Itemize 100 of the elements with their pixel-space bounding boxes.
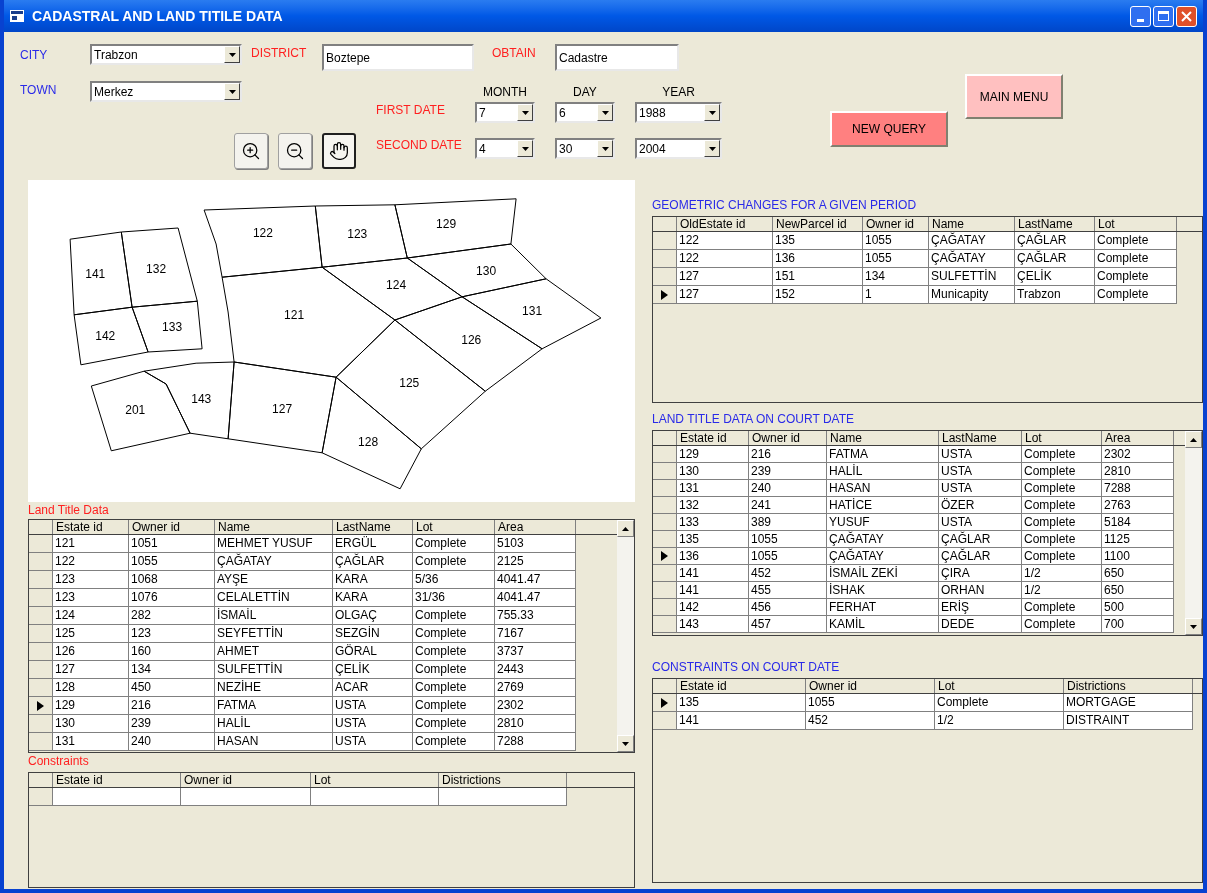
vertical-scrollbar[interactable]	[617, 520, 634, 752]
month-dropdown[interactable]: 7	[475, 102, 535, 123]
column-header[interactable]: NewParcel id	[773, 217, 863, 231]
year-dropdown[interactable]: 2004	[635, 138, 722, 159]
row-selector[interactable]	[653, 694, 677, 712]
column-header[interactable]: Owner id	[863, 217, 929, 231]
table-cell: 1055	[863, 250, 929, 268]
column-header[interactable]: Districtions	[1064, 679, 1193, 693]
dropdown-button[interactable]	[597, 140, 613, 157]
dropdown-button[interactable]	[517, 104, 533, 121]
map-tool-button[interactable]	[322, 133, 356, 169]
row-selector[interactable]	[653, 548, 677, 565]
parcel-outline[interactable]	[90, 370, 191, 452]
column-header[interactable]: Estate id	[53, 520, 129, 534]
dropdown-button[interactable]	[224, 83, 240, 100]
year-dropdown[interactable]: 1988	[635, 102, 722, 123]
table-cell: 127	[677, 268, 773, 286]
vertical-scrollbar[interactable]	[1185, 431, 1202, 635]
day-dropdown[interactable]: 6	[555, 102, 615, 123]
scroll-down-button[interactable]	[1185, 618, 1202, 635]
dropdown-button[interactable]	[597, 104, 613, 121]
column-header[interactable]: Lot	[413, 520, 495, 534]
column-header[interactable]: Owner id	[749, 431, 827, 445]
dropdown-button[interactable]	[517, 140, 533, 157]
table-cell: Complete	[1022, 616, 1102, 633]
column-header[interactable]: Lot	[935, 679, 1064, 693]
column-header[interactable]: LastName	[333, 520, 413, 534]
column-header[interactable]: Owner id	[129, 520, 215, 534]
column-header[interactable]: OldEstate id	[677, 217, 773, 231]
column-header[interactable]: LastName	[939, 431, 1022, 445]
table-cell: 2810	[1102, 463, 1174, 480]
scroll-up-button[interactable]	[617, 520, 634, 537]
main-menu-button[interactable]: MAIN MENU	[965, 74, 1063, 119]
table-cell: Complete	[1022, 463, 1102, 480]
column-header[interactable]: Area	[495, 520, 576, 534]
column-header[interactable]: Estate id	[53, 773, 181, 787]
dropdown-button[interactable]	[704, 140, 720, 157]
parcel-outline[interactable]	[143, 361, 235, 440]
column-header[interactable]: Estate id	[677, 679, 806, 693]
table-cell: 4041.47	[495, 589, 576, 607]
column-header[interactable]: Owner id	[181, 773, 311, 787]
column-header[interactable]: Owner id	[806, 679, 935, 693]
row-selector[interactable]	[653, 286, 677, 304]
column-header[interactable]: Name	[215, 520, 333, 534]
day-dropdown[interactable]: 30	[555, 138, 615, 159]
column-header[interactable]: Lot	[1022, 431, 1102, 445]
month-dropdown[interactable]: 4	[475, 138, 535, 159]
city-dropdown[interactable]: Trabzon	[90, 44, 242, 65]
table-cell: 1055	[749, 531, 827, 548]
table-cell: 1055	[806, 694, 935, 712]
table-cell: 2763	[1102, 497, 1174, 514]
parcel-outline[interactable]	[335, 319, 486, 450]
parcel-number: 125	[399, 376, 420, 391]
parcel-outline[interactable]	[227, 361, 337, 454]
table-cell: Complete	[1095, 232, 1177, 250]
date-column-header: MONTH	[482, 84, 528, 100]
parcel-outline[interactable]	[394, 296, 543, 392]
column-header[interactable]: Area	[1102, 431, 1174, 445]
column-header[interactable]: Lot	[1095, 217, 1177, 231]
map-tool-button[interactable]	[278, 133, 312, 169]
parcel-outline[interactable]	[120, 227, 198, 308]
parcel-outline[interactable]	[394, 198, 517, 259]
parcel-outline[interactable]	[406, 243, 547, 298]
scroll-up-button[interactable]	[1185, 431, 1202, 448]
minimize-button[interactable]	[1130, 5, 1151, 27]
parcel-outline[interactable]	[131, 300, 203, 353]
row-selector[interactable]	[29, 697, 53, 715]
table-cell: 122	[53, 553, 129, 571]
column-header[interactable]: Districtions	[439, 773, 567, 787]
table-cell: ÇAĞLAR	[1015, 232, 1095, 250]
obtain-field[interactable]: Cadastre	[555, 44, 679, 71]
parcel-outline[interactable]	[73, 306, 149, 366]
table-cell: İSHAK	[827, 582, 939, 599]
table-cell: 755.33	[495, 607, 576, 625]
maximize-button[interactable]	[1153, 5, 1174, 27]
district-field[interactable]: Boztepe	[322, 44, 474, 71]
column-header[interactable]: Lot	[311, 773, 439, 787]
scroll-down-button[interactable]	[617, 735, 634, 752]
column-header[interactable]: Name	[827, 431, 939, 445]
new-query-button[interactable]: NEW QUERY	[830, 111, 948, 147]
table-cell: NEZİHE	[215, 679, 333, 697]
parcel-outline[interactable]	[461, 278, 602, 350]
map-tool-button[interactable]	[234, 133, 268, 169]
town-dropdown[interactable]: Merkez	[90, 81, 242, 102]
column-header[interactable]: LastName	[1015, 217, 1095, 231]
dropdown-arrow-icon	[228, 89, 236, 94]
table-cell: 216	[749, 446, 827, 463]
column-header[interactable]: Estate id	[677, 431, 749, 445]
district-label: DISTRICT	[251, 45, 308, 62]
table-cell: 1055	[863, 232, 929, 250]
table-cell: İSMAİL	[215, 607, 333, 625]
parcel-outline[interactable]	[321, 376, 422, 490]
table-cell: MORTGAGE	[1064, 694, 1193, 712]
close-button[interactable]	[1176, 5, 1197, 27]
table-cell: 123	[129, 625, 215, 643]
dropdown-button[interactable]	[224, 46, 240, 63]
table-cell: Trabzon	[1015, 286, 1095, 304]
up-arrow-icon	[622, 526, 629, 531]
dropdown-button[interactable]	[704, 104, 720, 121]
column-header[interactable]: Name	[929, 217, 1015, 231]
